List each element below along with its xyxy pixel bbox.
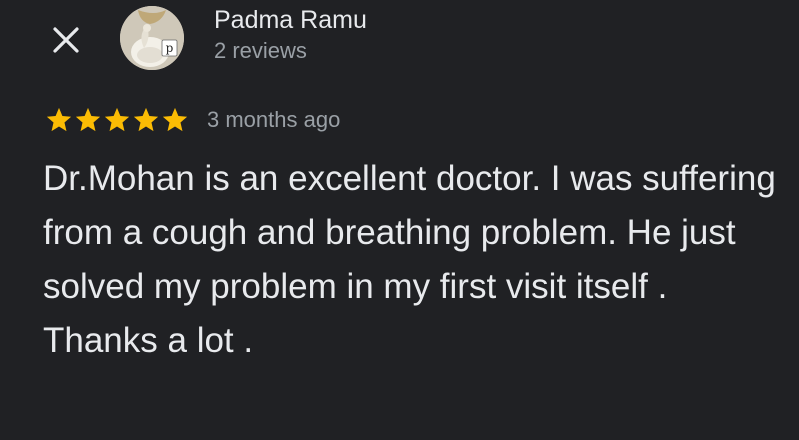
star-icon xyxy=(133,107,159,132)
star-icon xyxy=(162,107,188,132)
review-text: Dr.Mohan is an excellent doctor. I was s… xyxy=(43,159,776,360)
star-icon xyxy=(104,107,130,132)
avatar[interactable]: p xyxy=(120,6,184,70)
close-button[interactable] xyxy=(46,20,86,60)
star-icon xyxy=(46,107,72,132)
close-icon xyxy=(53,27,79,53)
avatar-image: p xyxy=(120,6,184,70)
review-time: 3 months ago xyxy=(207,107,341,132)
avatar-letter: p xyxy=(166,41,174,55)
star-rating xyxy=(45,106,189,134)
reviewer-name[interactable]: Padma Ramu xyxy=(214,5,367,35)
review-count: 2 reviews xyxy=(214,38,307,63)
star-icon xyxy=(75,107,101,132)
rating-row: 3 months ago xyxy=(45,104,340,136)
